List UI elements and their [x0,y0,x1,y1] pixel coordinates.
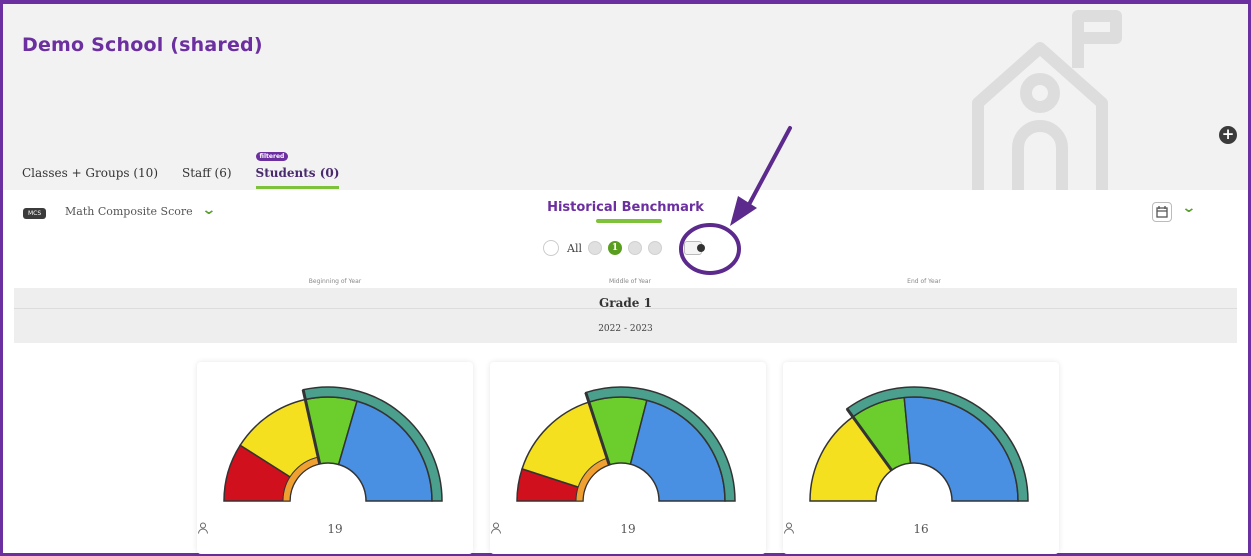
segment-above[interactable] [629,399,726,502]
filter-option[interactable] [647,241,662,255]
filter-option[interactable] [627,241,642,255]
benchmark-toolbar: MCS Math Composite Score ⌄ Historical Be… [3,190,1248,288]
tab-classes-groups[interactable]: Classes + Groups (10) [22,166,158,189]
student-count: 19 [490,522,766,536]
student-count: 16 [783,522,1059,536]
person-icon [491,522,501,534]
period-label: Beginning of Year [308,278,362,285]
school-building-icon [972,10,1122,193]
filtered-badge: filtered [255,152,289,161]
gauge-card-moy[interactable]: 19 [490,362,766,554]
grade-filter-row: All 1 [543,240,705,256]
grade-band: Grade 1 2022 - 2023 [14,288,1237,343]
tab-staff[interactable]: Staff (6) [182,166,232,189]
gauge-card-eoy[interactable]: 16 [783,362,1059,554]
count-value: 19 [620,522,636,536]
tab-label: Students (0) [255,166,340,180]
school-year: 2022 - 2023 [598,324,653,334]
toggle-dot-icon [696,244,705,252]
chevron-down-icon[interactable]: ⌄ [1181,200,1196,216]
count-value: 19 [327,522,343,536]
calendar-icon[interactable] [1152,202,1172,222]
all-radio[interactable] [543,240,559,256]
school-header: Demo School (shared) + Classes + Groups … [3,4,1248,193]
person-icon [198,522,208,534]
segment-above[interactable] [337,400,433,502]
tab-students[interactable]: filtered Students (0) [255,152,340,189]
filter-option-selected[interactable]: 1 [607,241,622,255]
person-icon [784,522,794,534]
view-toggle-button[interactable] [683,241,705,255]
segment-above[interactable] [903,396,1019,502]
gauge-chart [516,386,736,502]
tab-bar: Classes + Groups (10) Staff (6) filtered… [22,152,340,189]
gauge-chart [223,386,443,502]
tab-label: Staff (6) [182,166,232,180]
filter-all-label: All [567,241,582,255]
filter-option[interactable] [587,241,602,255]
grade-title: Grade 1 [599,296,652,310]
gauge-card-boy[interactable]: 19 [197,362,473,554]
student-count: 19 [197,522,473,536]
add-button[interactable]: + [1219,126,1237,144]
period-label: End of Year [907,278,941,285]
count-value: 16 [913,522,929,536]
title-underline [596,219,662,223]
historical-benchmark-title[interactable]: Historical Benchmark [3,200,1248,215]
period-label: Middle of Year [608,278,652,285]
tab-label: Classes + Groups (10) [22,166,158,180]
gauge-chart [809,386,1029,502]
page-title: Demo School (shared) [22,34,263,56]
